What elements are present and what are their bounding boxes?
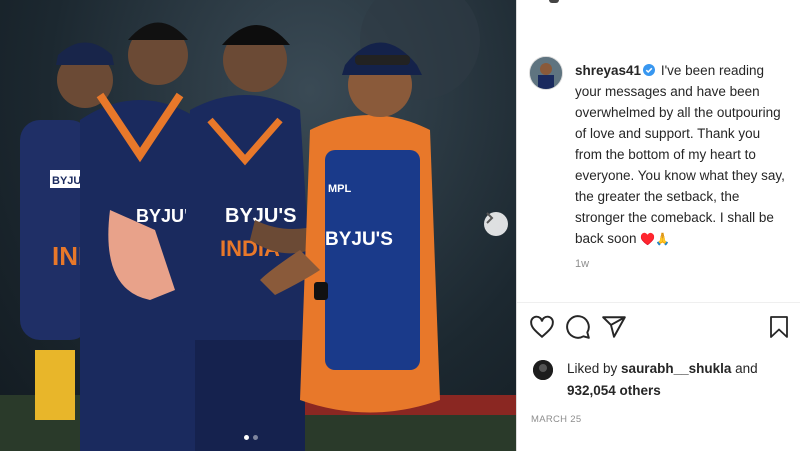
- next-photo-button[interactable]: [484, 212, 508, 236]
- jersey-text-mpl: MPL: [328, 183, 352, 195]
- post-photo[interactable]: BYJU'S INI BYJU'S BYJU'S INDIA MPL BYJU'…: [0, 0, 516, 451]
- likes-text: Liked by saurabh__shukla and 932,054 oth…: [567, 358, 797, 402]
- heart-icon: [530, 315, 554, 339]
- cricket-players-image: BYJU'S INI BYJU'S BYJU'S INDIA MPL BYJU'…: [0, 0, 516, 451]
- likes-others-count[interactable]: 932,054 others: [567, 383, 661, 398]
- author-username[interactable]: shreyas41: [575, 63, 641, 78]
- player-center: BYJU'S INDIA: [180, 25, 320, 451]
- comment-icon: [566, 315, 590, 339]
- chevron-right-icon: [486, 212, 494, 224]
- post-date[interactable]: MARCH 25: [531, 414, 581, 425]
- jersey-text-staff: BYJU'S: [325, 229, 393, 250]
- header-strip: [529, 0, 789, 6]
- avatar-image: [530, 57, 562, 89]
- author-avatar[interactable]: [529, 56, 563, 90]
- likes-prefix: Liked by: [567, 361, 622, 376]
- post-side-panel: shreyas41 I've been reading your message…: [516, 0, 800, 451]
- verified-icon: [643, 64, 656, 76]
- liker-username[interactable]: saurabh__shukla: [621, 361, 731, 376]
- bookmark-icon: [770, 316, 788, 338]
- carousel-dot: [253, 435, 258, 440]
- liker-avatar[interactable]: [533, 360, 553, 380]
- action-bar: [529, 314, 791, 344]
- liker-avatar-image: [533, 360, 553, 380]
- caption-emoji: ♥️🙏: [640, 232, 671, 246]
- post-time-ago[interactable]: 1w: [575, 258, 589, 270]
- share-button[interactable]: [601, 314, 629, 344]
- like-button[interactable]: [529, 314, 557, 344]
- divider: [517, 302, 800, 303]
- post-caption: shreyas41 I've been reading your message…: [575, 60, 789, 250]
- comment-button[interactable]: [565, 314, 593, 344]
- share-icon: [602, 316, 626, 338]
- carousel-dot-active: [244, 435, 249, 440]
- caption-text: I've been reading your messages and have…: [575, 63, 785, 246]
- save-button[interactable]: [767, 314, 795, 344]
- likes-and: and: [731, 361, 758, 376]
- carousel-indicator: [244, 435, 258, 440]
